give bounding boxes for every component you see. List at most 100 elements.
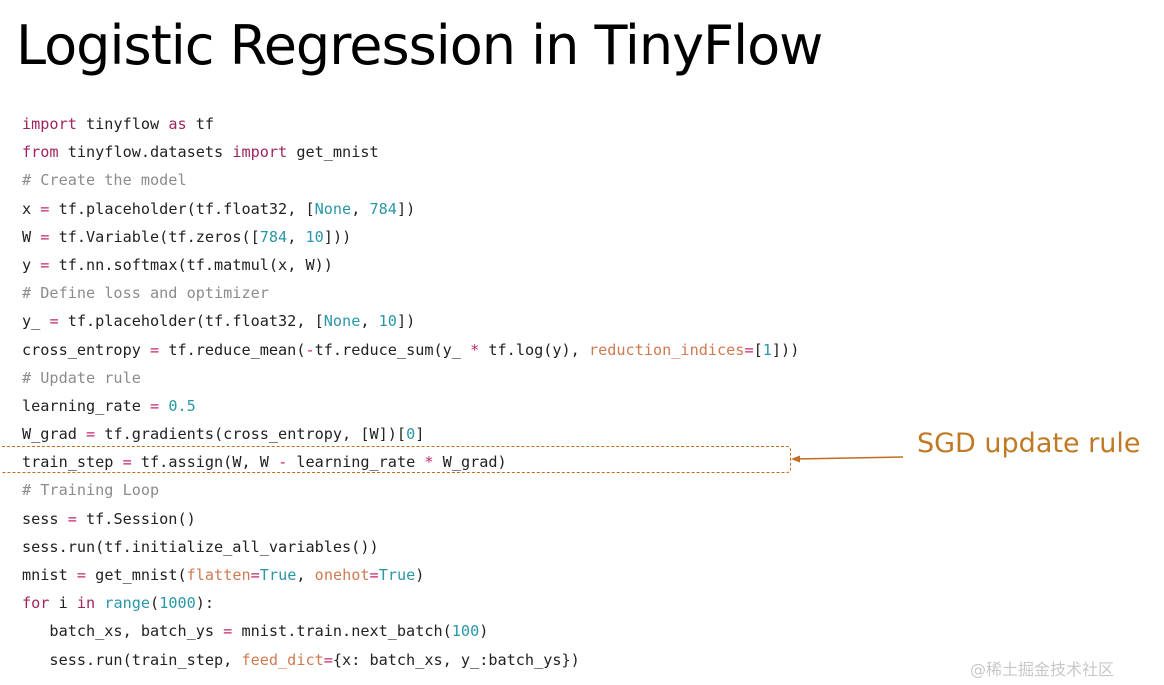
token-text: tf.Session(): [76, 509, 196, 528]
token-keyword: as: [168, 115, 187, 133]
code-line: sess = tf.Session(): [22, 505, 799, 533]
code-block: import tinyflow as tf from tinyflow.datas…: [22, 110, 799, 674]
token-text: mnist: [22, 566, 77, 584]
token-text: y_: [22, 312, 50, 331]
token-text: (: [150, 594, 160, 613]
code-line: import tinyflow as tf: [22, 110, 799, 138]
token-keyword: import: [22, 115, 77, 133]
token-literal: True: [259, 566, 297, 584]
token-text: ])): [323, 227, 352, 246]
token-text: W_grad: [22, 425, 87, 444]
token-text: tinyflow.datasets: [58, 143, 233, 162]
token-text: sess: [22, 509, 68, 528]
code-comment-line: # Update rule: [22, 364, 799, 392]
code-line: cross_entropy = tf.reduce_mean(-tf.reduc…: [22, 336, 799, 364]
token-text: mnist.train.next_batch(: [232, 622, 452, 641]
token-text: ,: [351, 199, 370, 218]
token-text: ): [415, 566, 425, 584]
code-line: from tinyflow.datasets import get_mnist: [22, 138, 799, 166]
token-comment: # Training Loop: [22, 481, 160, 500]
token-keyword: import: [232, 143, 288, 162]
token-literal: None: [323, 312, 361, 331]
token-text: tf.gradients(cross_entropy, [W])[: [95, 425, 407, 444]
token-literal: 0.5: [168, 396, 196, 415]
token-literal: 10: [378, 312, 397, 331]
token-text: sess.run(train_step,: [22, 650, 242, 669]
token-operator: =: [150, 396, 160, 415]
code-line: y = tf.nn.softmax(tf.matmul(x, W)): [22, 251, 799, 279]
token-text: get_mnist: [287, 143, 379, 162]
token-comment: # Define loss and optimizer: [22, 284, 269, 303]
code-line: x = tf.placeholder(tf.float32, [None, 78…: [22, 195, 799, 223]
token-literal: 1000: [159, 594, 196, 613]
code-comment-line: # Training Loop: [22, 476, 799, 504]
token-literal: 100: [451, 622, 480, 641]
arrow-icon: [791, 455, 904, 463]
token-text: get_mnist(: [86, 566, 187, 584]
token-operator: =: [744, 340, 754, 359]
token-keyword-arg: flatten: [186, 566, 251, 584]
token-operator: =: [250, 566, 260, 584]
code-comment-line: # Define loss and optimizer: [22, 279, 799, 307]
code-line: learning_rate = 0.5: [22, 392, 799, 420]
watermark: @稀土掘金技术社区: [970, 660, 1115, 679]
code-line: sess.run(train_step, feed_dict={x: batch…: [22, 646, 799, 674]
token-operator: =: [323, 650, 333, 669]
token-text: [: [753, 340, 763, 359]
token-comment: # Update rule: [22, 368, 141, 387]
code-line: y_ = tf.placeholder(tf.float32, [None, 1…: [22, 307, 799, 335]
token-text: {x: batch_xs, y_:batch_ys}): [332, 650, 580, 669]
token-text: tf.Variable(tf.zeros([: [49, 227, 260, 246]
token-literal: True: [378, 566, 416, 584]
code-comment-line: # Create the model: [22, 166, 799, 194]
token-literal: 10: [305, 227, 324, 246]
token-text: tf.reduce_sum(y_: [314, 340, 471, 359]
token-keyword-arg: onehot: [314, 566, 370, 584]
code-line: W = tf.Variable(tf.zeros([784, 10])): [22, 223, 799, 251]
token-operator: =: [76, 566, 87, 584]
annotation-label: SGD update rule: [917, 428, 1141, 459]
token-operator: =: [86, 425, 96, 444]
token-text: x: [22, 199, 41, 218]
token-text: tinyflow: [76, 115, 169, 133]
token-keyword-arg: reduction_indices: [588, 340, 745, 359]
token-text: ,: [296, 566, 315, 584]
token-text: ,: [360, 312, 379, 331]
token-text: tf.reduce_mean(: [159, 340, 306, 359]
token-text: cross_entropy: [22, 340, 151, 359]
token-text: tf.log(y),: [479, 340, 589, 359]
token-keyword-arg: feed_dict: [241, 650, 324, 669]
code-line: batch_xs, batch_ys = mnist.train.next_ba…: [22, 617, 799, 645]
token-text: tf: [186, 115, 215, 133]
slide-title: Logistic Regression in TinyFlow: [16, 14, 823, 77]
token-literal: 1: [762, 340, 772, 359]
token-builtin: range: [104, 594, 151, 613]
token-literal: None: [314, 199, 352, 218]
token-text: learning_rate: [22, 396, 151, 415]
token-text: i: [49, 594, 77, 613]
token-text: W: [22, 227, 41, 246]
token-operator: =: [150, 340, 160, 359]
token-text: ]): [396, 312, 416, 331]
token-text: y: [22, 255, 41, 274]
token-text: ,: [287, 227, 306, 246]
code-line: mnist = get_mnist(flatten=True, onehot=T…: [22, 561, 799, 589]
token-operator: =: [67, 509, 77, 528]
token-keyword: from: [22, 143, 59, 162]
token-literal: 784: [369, 199, 397, 218]
token-operator: =: [369, 566, 379, 584]
token-comment: # Create the model: [22, 171, 187, 190]
token-operator: -: [305, 340, 315, 359]
code-line: W_grad = tf.gradients(cross_entropy, [W]…: [22, 420, 799, 448]
token-operator: =: [49, 312, 59, 331]
token-text: ])): [771, 340, 800, 359]
token-operator: *: [470, 340, 480, 359]
token-keyword: in: [76, 594, 96, 613]
token-literal: 784: [259, 227, 288, 246]
token-literal: 0: [406, 425, 416, 444]
token-text: ): [479, 622, 489, 641]
code-line: for i in range(1000):: [22, 589, 799, 617]
token-text: tf.placeholder(tf.float32, [: [49, 199, 315, 218]
